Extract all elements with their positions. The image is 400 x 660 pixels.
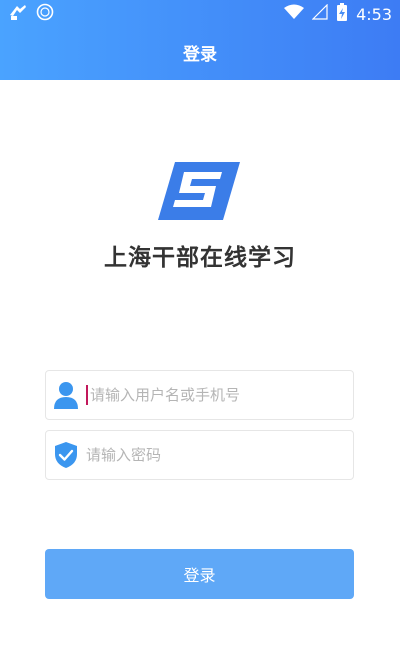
status-bar: 4:53 <box>0 0 400 28</box>
app-notification-icon <box>36 3 54 25</box>
text-cursor <box>86 385 88 405</box>
battery-charging-icon <box>336 2 348 26</box>
shield-check-icon <box>54 441 78 469</box>
page-title: 登录 <box>183 45 217 65</box>
password-input[interactable] <box>86 440 326 470</box>
login-screen: 4:53 登录 上海干部在线学习 登录 <box>0 0 400 660</box>
signal-icon <box>311 3 328 24</box>
status-right: 4:53 <box>284 2 392 26</box>
app-logo-icon <box>158 162 240 220</box>
username-input[interactable] <box>90 380 330 410</box>
app-name: 上海干部在线学习 <box>104 245 296 271</box>
username-field[interactable] <box>45 370 354 420</box>
user-icon <box>54 381 78 409</box>
status-time: 4:53 <box>356 4 392 24</box>
top-bar: 4:53 登录 <box>0 0 400 80</box>
status-left <box>8 3 54 25</box>
wifi-icon <box>284 4 305 24</box>
notification-icon <box>8 3 28 25</box>
password-field[interactable] <box>45 430 354 480</box>
login-button[interactable]: 登录 <box>45 549 354 599</box>
